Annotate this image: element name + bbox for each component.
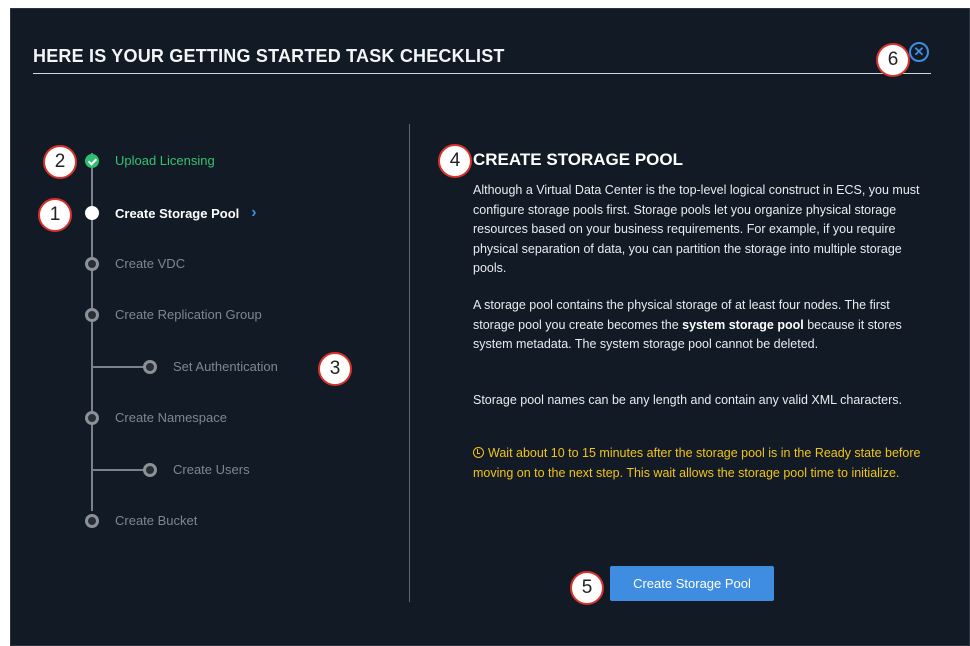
- step-label: Create Bucket: [115, 513, 198, 528]
- checklist-step-create-bucket[interactable]: Create Bucket: [85, 513, 197, 528]
- pending-step-dot: [85, 307, 99, 322]
- warning-message: Wait about 10 to 15 minutes after the st…: [473, 444, 923, 483]
- pending-step-dot: [143, 462, 157, 477]
- checklist-step-set-authentication[interactable]: Set Authentication: [143, 359, 278, 374]
- checklist-step-upload-licensing[interactable]: Upload Licensing: [85, 153, 215, 168]
- callout-5: 5: [570, 571, 604, 605]
- warning-text: Wait about 10 to 15 minutes after the st…: [473, 446, 921, 480]
- clock-icon: [473, 447, 484, 458]
- description-paragraph: A storage pool contains the physical sto…: [473, 296, 923, 355]
- dialog-title: HERE IS YOUR GETTING STARTED TASK CHECKL…: [33, 46, 505, 66]
- section-title: CREATE STORAGE POOL: [473, 150, 684, 169]
- column-divider: [409, 124, 410, 602]
- checklist-step-create-replication-group[interactable]: Create Replication Group: [85, 307, 262, 322]
- pending-step-dot: [143, 359, 157, 374]
- step-label: Create Storage Pool: [115, 205, 240, 221]
- create-storage-pool-button[interactable]: Create Storage Pool: [610, 566, 774, 601]
- step-label: Create Namespace: [115, 410, 227, 425]
- chevron-right-icon: ›: [251, 204, 257, 221]
- step-label: Create Replication Group: [115, 307, 262, 322]
- step-label: Upload Licensing: [115, 153, 215, 168]
- pending-step-dot: [85, 410, 99, 425]
- callout-6: 6: [876, 43, 910, 77]
- checklist-step-create-vdc[interactable]: Create VDC: [85, 256, 185, 271]
- callout-2: 2: [43, 145, 77, 179]
- check-circle-icon: [85, 153, 99, 168]
- header-divider: [33, 73, 931, 74]
- description-paragraph: Storage pool names can be any length and…: [473, 393, 902, 407]
- checklist-step-create-namespace[interactable]: Create Namespace: [85, 410, 227, 425]
- emphasis-text: system storage pool: [682, 317, 804, 332]
- close-icon[interactable]: ✕: [909, 42, 929, 62]
- checklist-step-create-users[interactable]: Create Users: [143, 462, 250, 477]
- callout-4: 4: [438, 144, 472, 178]
- checklist-step-create-storage-pool[interactable]: Create Storage Pool ›: [85, 204, 257, 222]
- step-label: Create Users: [173, 462, 250, 477]
- current-step-dot: [85, 206, 99, 220]
- step-label: Create VDC: [115, 256, 186, 271]
- pending-step-dot: [85, 513, 99, 528]
- pending-step-dot: [85, 256, 99, 271]
- callout-3: 3: [318, 352, 352, 386]
- step-label: Set Authentication: [173, 359, 278, 374]
- description-paragraph: Although a Virtual Data Center is the to…: [473, 183, 920, 275]
- callout-1: 1: [38, 198, 72, 232]
